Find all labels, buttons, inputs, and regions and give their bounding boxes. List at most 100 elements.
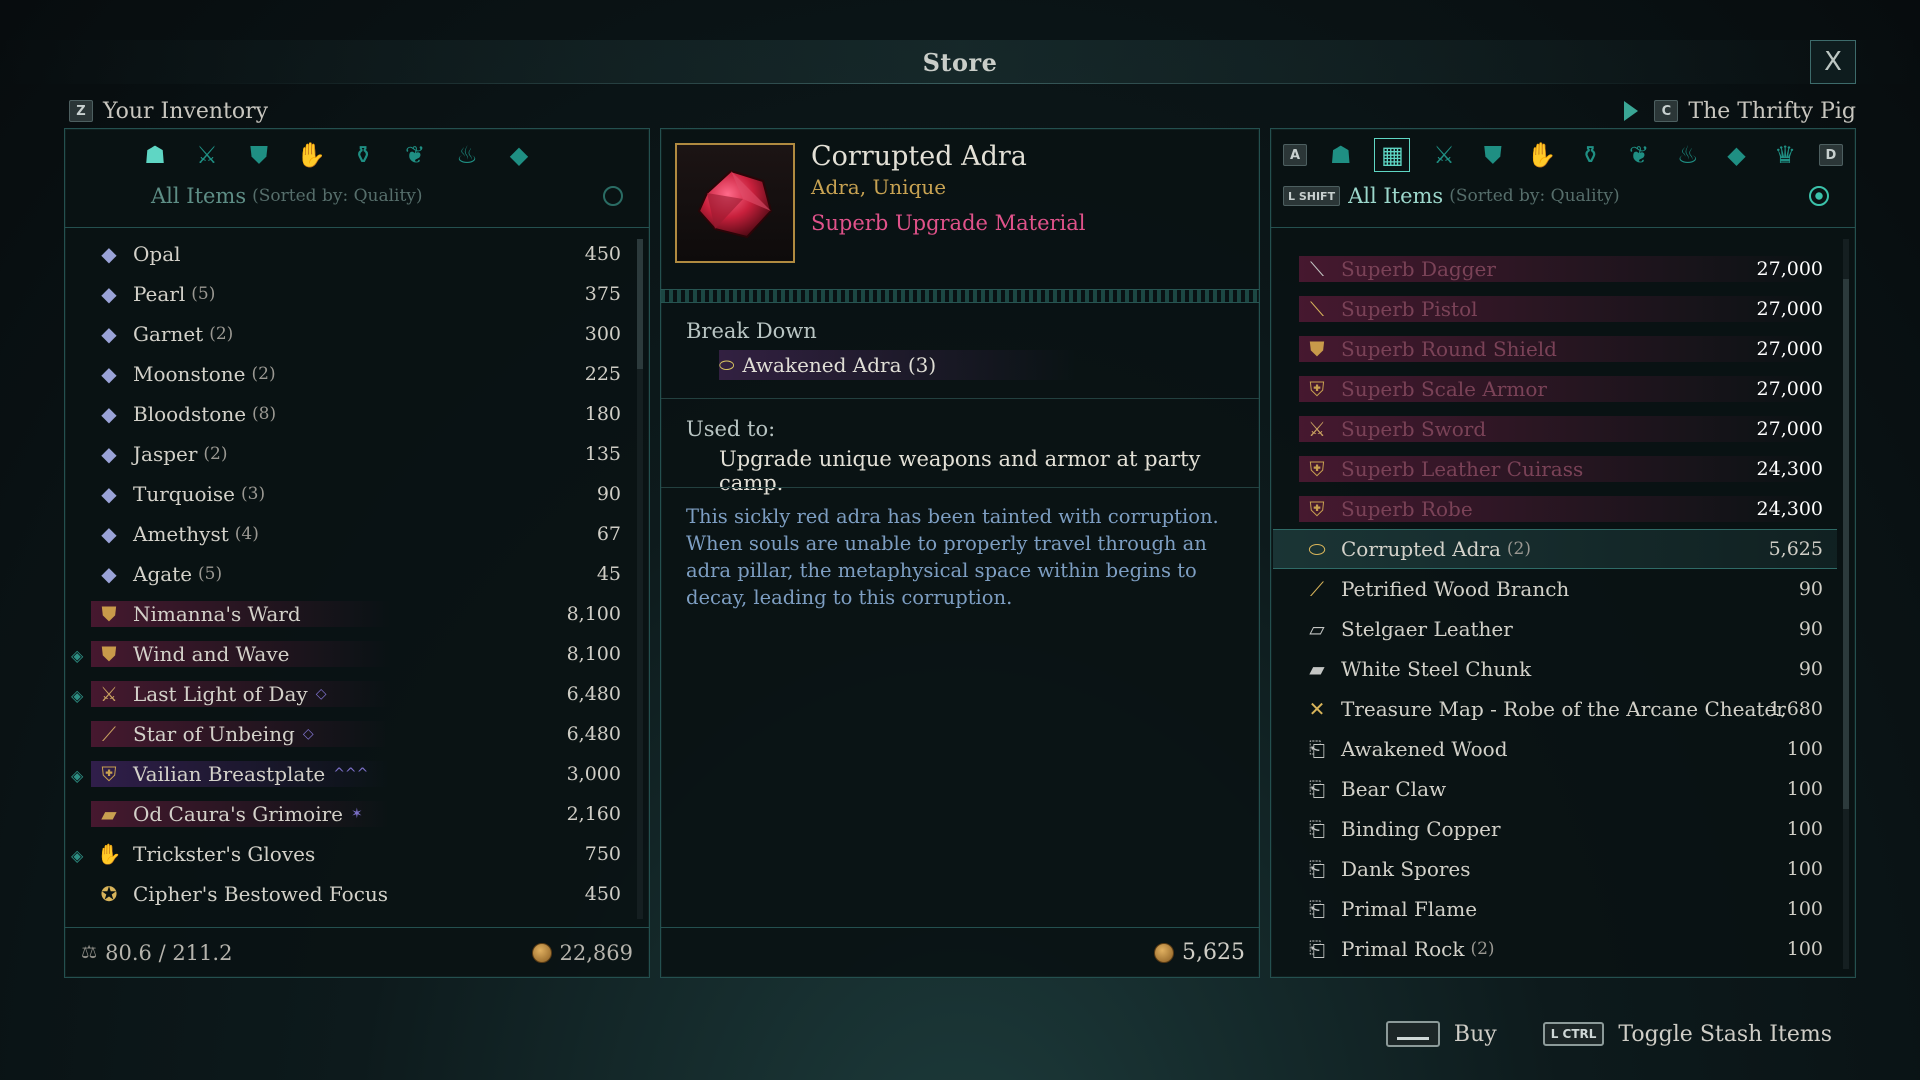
- vendor-item-row[interactable]: ▰ White Steel Chunk 90: [1273, 649, 1837, 689]
- close-button[interactable]: X: [1810, 40, 1856, 84]
- cuirass-icon: ⛨: [1309, 457, 1325, 481]
- vendor-item-row[interactable]: ⛨ Superb Leather Cuirass 24,300: [1273, 449, 1837, 489]
- accessories-category-icon[interactable]: ✋: [1527, 140, 1557, 170]
- store-title-bar: Store: [0, 40, 1920, 84]
- item-name: Jasper: [133, 442, 198, 466]
- vendor-item-row[interactable]: ⟍ Superb Pistol 27,000: [1273, 289, 1837, 329]
- toggle-stash-hint[interactable]: Toggle Stash Items: [1618, 1022, 1832, 1047]
- vendor-item-row[interactable]: ⬭ Corrupted Adra (2) 5,625: [1273, 529, 1837, 569]
- accessories-category-icon[interactable]: ✋: [296, 140, 326, 170]
- vendor-item-row[interactable]: ⛨ Superb Scale Armor 27,000: [1273, 369, 1837, 409]
- used-to-label: Used to:: [686, 417, 776, 441]
- gems-category-icon[interactable]: ◆: [1721, 140, 1751, 170]
- vendor-item-row[interactable]: ⛊ Superb Round Shield 27,000: [1273, 329, 1837, 369]
- inventory-item-row[interactable]: ◆ Pearl (5) 375: [65, 274, 635, 314]
- lamp-category-icon[interactable]: ♨: [1673, 140, 1703, 170]
- vendor-list: ⟍ Superb Dagger 27,000 ⟍ Superb Pistol 27,000…: [1273, 249, 1837, 974]
- inventory-item-row[interactable]: ◆ Agate (5) 45: [65, 554, 635, 594]
- detail-footer: 5,625: [661, 927, 1259, 977]
- vendor-sort-line[interactable]: L SHIFT All Items (Sorted by: Quality): [1271, 181, 1855, 211]
- armor-icon: ⛨: [1309, 377, 1325, 401]
- lctrl-key-icon[interactable]: L CTRL: [1542, 1022, 1605, 1046]
- gems-category-icon[interactable]: ◆: [504, 140, 534, 170]
- item-price: 27,000: [1756, 338, 1823, 360]
- inventory-item-row[interactable]: ◆ Garnet (2) 300: [65, 314, 635, 354]
- consumables-category-icon[interactable]: ⚱: [348, 140, 378, 170]
- vendor-item-row[interactable]: ✕ Treasure Map - Robe of the Arcane Cheat…: [1273, 689, 1837, 729]
- item-name: Wind and Wave: [133, 642, 290, 666]
- vendor-scrollbar[interactable]: [1843, 239, 1849, 969]
- item-price: 135: [584, 443, 621, 465]
- ingredients-category-icon[interactable]: ❦: [400, 140, 430, 170]
- item-name: Bloodstone: [133, 402, 247, 426]
- vendor-item-row[interactable]: ⎗ Bear Claw 100: [1273, 769, 1837, 809]
- item-name: Cipher's Bestowed Focus: [133, 882, 389, 906]
- buy-hint[interactable]: Buy: [1454, 1022, 1497, 1047]
- dagger-icon: ⟍: [1310, 257, 1324, 281]
- item-name: Bear Claw: [1341, 777, 1447, 801]
- inventory-item-row[interactable]: ◈ ✋ Trickster's Gloves 750: [65, 834, 635, 874]
- item-name: Star of Unbeing: [133, 722, 295, 746]
- vendor-item-row[interactable]: ⎗ Awakened Wood 100: [1273, 729, 1837, 769]
- space-key-icon[interactable]: [1385, 1021, 1440, 1047]
- item-name: Opal: [133, 242, 181, 266]
- inventory-item-row[interactable]: ◆ Moonstone (2) 225: [65, 354, 635, 394]
- lamp-category-icon[interactable]: ♨: [452, 140, 482, 170]
- inventory-item-row[interactable]: ◈ ⚔ Last Light of Day ◇ 6,480: [65, 674, 635, 714]
- weapons-category-icon[interactable]: ⚔: [1429, 140, 1459, 170]
- item-price: 45: [596, 563, 621, 585]
- inventory-item-row[interactable]: ▰ Od Caura's Grimoire ✶ 2,160: [65, 794, 635, 834]
- ingredients-category-icon[interactable]: ❦: [1624, 140, 1654, 170]
- inventory-scrollbar[interactable]: [637, 239, 643, 919]
- a-key-hint[interactable]: A: [1283, 144, 1307, 166]
- inventory-item-row[interactable]: ◆ Bloodstone (8) 180: [65, 394, 635, 434]
- all-items-category-icon[interactable]: ☗: [140, 140, 170, 170]
- vendor-item-row[interactable]: ⎗ Primal Rock (2) 100: [1273, 929, 1837, 969]
- enchant-tag: ◇: [302, 726, 314, 742]
- vendor-item-row[interactable]: ⟍ Superb Dagger 27,000: [1273, 249, 1837, 289]
- vendor-item-row[interactable]: ⎗ Dank Spores 100: [1273, 849, 1837, 889]
- scroll-icon: ⎗: [1309, 737, 1325, 761]
- vendor-item-row[interactable]: ⟋ Petrified Wood Branch 90: [1273, 569, 1837, 609]
- vendor-sort-toggle-icon[interactable]: [1809, 186, 1829, 206]
- weapons-category-icon[interactable]: ⚔: [192, 140, 222, 170]
- armor-category-icon[interactable]: ⛊: [244, 140, 274, 170]
- inventory-item-row[interactable]: ◆ Turquoise (3) 90: [65, 474, 635, 514]
- lshift-key-hint[interactable]: L SHIFT: [1283, 186, 1341, 206]
- item-name: Moonstone: [133, 362, 246, 386]
- c-key-hint[interactable]: C: [1654, 100, 1679, 122]
- inventory-item-row[interactable]: ⛊ Nimanna's Ward 8,100: [65, 594, 635, 634]
- consumables-category-icon[interactable]: ⚱: [1575, 140, 1605, 170]
- d-key-hint[interactable]: D: [1818, 144, 1843, 166]
- store-title: Store: [922, 47, 998, 77]
- gold-coin-icon: [1154, 942, 1175, 963]
- vendor-scroll-thumb[interactable]: [1843, 279, 1849, 809]
- all-items-category-icon[interactable]: ☗: [1326, 140, 1356, 170]
- inventory-scroll-thumb[interactable]: [637, 239, 643, 369]
- z-key-hint[interactable]: Z: [69, 100, 93, 122]
- inventory-item-row[interactable]: ◆ Jasper (2) 135: [65, 434, 635, 474]
- inventory-item-row[interactable]: ⟋ Star of Unbeing ◇ 6,480: [65, 714, 635, 754]
- inventory-item-row[interactable]: ✪ Cipher's Bestowed Focus 450: [65, 874, 635, 914]
- vendor-item-row[interactable]: ⚔ Superb Sword 27,000: [1273, 409, 1837, 449]
- inventory-item-row[interactable]: ◆ Opal 450: [65, 234, 635, 274]
- vendor-item-row[interactable]: ▱ Stelgaer Leather 90: [1273, 609, 1837, 649]
- inventory-item-row[interactable]: ◈ ⛊ Wind and Wave 8,100: [65, 634, 635, 674]
- ingredients-crate-category-icon[interactable]: ▦: [1374, 138, 1411, 172]
- vendor-item-row[interactable]: ⛨ Superb Robe 24,300: [1273, 489, 1837, 529]
- vendor-item-row[interactable]: ⎗ Binding Copper 100: [1273, 809, 1837, 849]
- inventory-item-row[interactable]: ◆ Amethyst (4) 67: [65, 514, 635, 554]
- crown-category-icon[interactable]: ♛: [1770, 140, 1800, 170]
- inventory-sort-line[interactable]: All Items (Sorted by: Quality): [65, 181, 649, 211]
- inventory-sort-toggle-icon[interactable]: [603, 186, 623, 206]
- armor-category-icon[interactable]: ⛊: [1478, 140, 1508, 170]
- inventory-weight: 80.6 / 211.2: [105, 940, 233, 965]
- vendor-item-row[interactable]: ⎗ Primal Flame 100: [1273, 889, 1837, 929]
- shield-icon: ⛊: [101, 602, 117, 626]
- item-price: 750: [584, 843, 621, 865]
- item-price: 90: [1798, 658, 1823, 680]
- item-name: Superb Leather Cuirass: [1341, 457, 1584, 481]
- red-adra-crystal-icon: [697, 169, 773, 239]
- item-name: White Steel Chunk: [1341, 657, 1532, 681]
- inventory-item-row[interactable]: ◈ ⛨ Vailian Breastplate ^^^ 3,000: [65, 754, 635, 794]
